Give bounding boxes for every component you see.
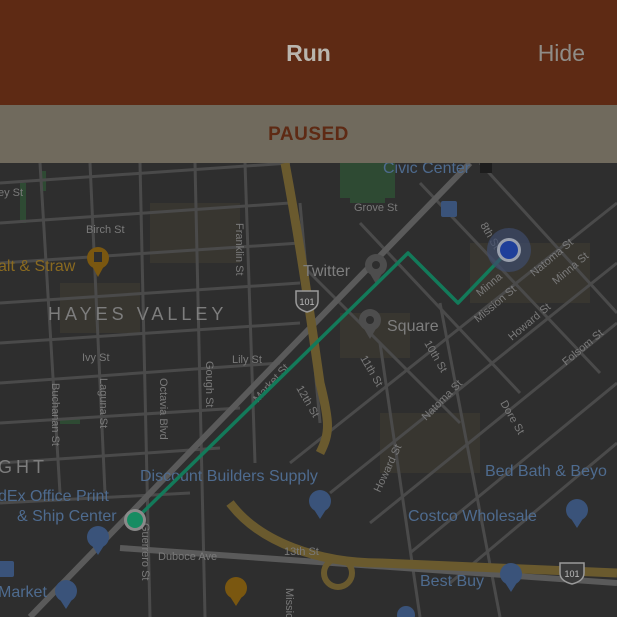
poi-label: Twitter — [303, 263, 351, 280]
street-label: Buchanan St — [49, 383, 61, 446]
page-title: Run — [286, 40, 331, 66]
street-label: Octavia Blvd — [157, 378, 169, 440]
svg-text:101: 101 — [299, 297, 314, 307]
poi-label: dEx Office Print — [0, 488, 109, 505]
transit-icon — [0, 561, 14, 577]
poi-label: Discount Builders Supply — [140, 468, 318, 485]
poi-label: Square — [387, 318, 439, 335]
status-text: PAUSED — [268, 124, 349, 145]
street-label: Gough St — [203, 361, 215, 407]
svg-text:101: 101 — [564, 569, 579, 579]
poi-label: Market — [0, 584, 47, 601]
map-canvas[interactable]: 101 101 HAYES VALLEY GHT alt & Straw Twi… — [0, 163, 617, 617]
transit-icon — [480, 163, 492, 173]
street-label: Duboce Ave — [158, 551, 217, 563]
top-bar: Run Hide — [0, 0, 617, 105]
street-label: Grove St — [354, 202, 397, 214]
street-label: 13th St — [284, 546, 319, 558]
poi-label: Bed Bath & Beyo — [485, 463, 607, 480]
street-label: Mission St — [283, 588, 295, 617]
neighborhood-label: HAYES VALLEY — [48, 304, 227, 324]
status-banner: PAUSED — [0, 105, 617, 163]
street-label: Birch St — [86, 224, 125, 236]
neighborhood-label: GHT — [0, 457, 48, 477]
poi-label: Best Buy — [420, 573, 484, 590]
current-location-icon — [500, 241, 518, 259]
street-label: Guerrero St — [139, 523, 151, 580]
highway-shield: 101 — [559, 562, 585, 585]
street-label: Franklin St — [233, 223, 245, 276]
poi-label: Civic Center — [383, 163, 471, 177]
poi-label: alt & Straw — [0, 258, 76, 275]
street-label: Laguna St — [97, 378, 109, 428]
street-label: Ivy St — [82, 352, 110, 364]
hide-button[interactable]: Hide — [538, 40, 585, 67]
poi-label: & Ship Center — [17, 508, 117, 525]
map-view[interactable]: 101 101 HAYES VALLEY GHT alt & Straw Twi… — [0, 163, 617, 617]
poi-label: Costco Wholesale — [408, 508, 537, 525]
highway-shield: 101 — [295, 290, 319, 313]
street-label: ey St — [0, 187, 23, 199]
transit-icon — [441, 201, 457, 217]
street-label: Lily St — [232, 354, 262, 366]
start-marker-icon — [127, 512, 143, 528]
